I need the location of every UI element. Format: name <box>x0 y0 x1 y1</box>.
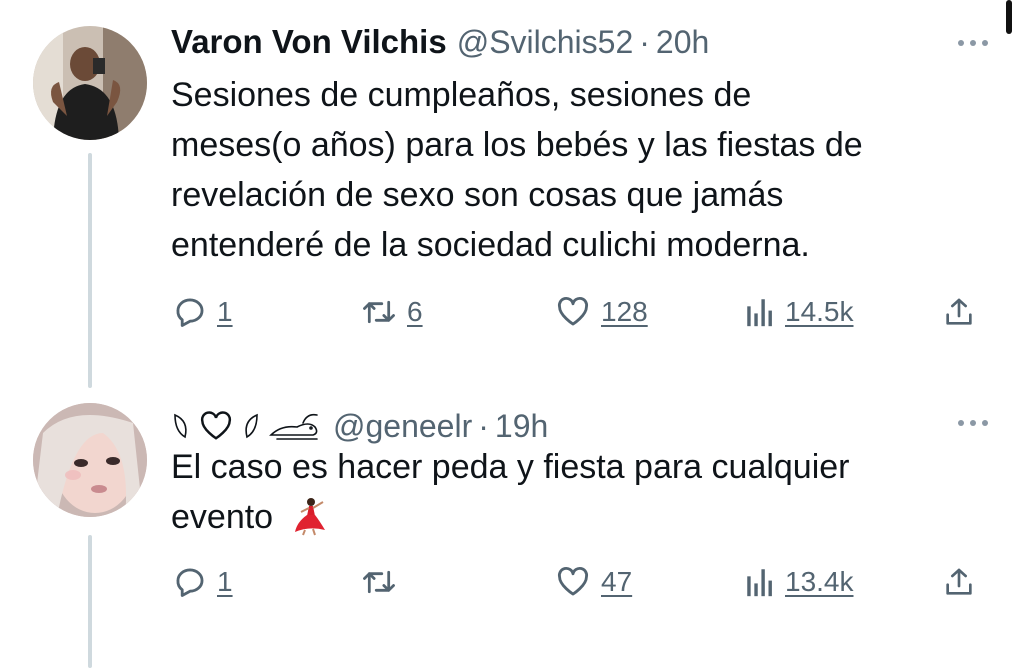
display-name[interactable] <box>171 411 321 441</box>
timestamp[interactable]: 19h <box>495 408 548 445</box>
like-count: 128 <box>601 296 648 327</box>
timestamp[interactable]: 20h <box>656 24 709 61</box>
tweet-header: @geneelr · 19h <box>171 406 548 446</box>
tweet-text-line: evento <box>171 492 981 542</box>
thread-line <box>88 153 92 388</box>
retweet-icon <box>363 300 395 324</box>
reply-count: 1 <box>217 296 233 327</box>
user-handle[interactable]: @Svilchis52 <box>457 24 634 61</box>
heart-outline-icon <box>200 411 232 440</box>
view-count: 13.4k <box>785 566 854 597</box>
tweet-text-word: evento <box>171 498 274 536</box>
reply-icon <box>176 298 204 327</box>
avatar[interactable] <box>33 403 147 517</box>
tweet-text-line: meses(o años) para los bebés y las fiest… <box>171 126 863 164</box>
reply-button[interactable]: 1 <box>173 295 233 329</box>
leaf-icon <box>174 413 187 439</box>
like-count: 47 <box>601 566 633 597</box>
tweet-text-line: revelación de sexo son cosas que jamás <box>171 176 784 214</box>
heart-icon <box>557 296 589 326</box>
reply-count: 1 <box>217 566 233 597</box>
like-button[interactable]: 128 <box>555 295 648 329</box>
tweet[interactable]: @geneelr · 19h El caso es hacer peda y f… <box>0 390 1024 668</box>
heart-icon <box>557 566 589 596</box>
action-bar: 1 6 128 14.5k <box>171 295 991 339</box>
tweet-text: El caso es hacer peda y fiesta para cual… <box>171 442 981 542</box>
tweet-header: Varon Von Vilchis @Svilchis52 · 20h <box>171 22 709 62</box>
retweet-count: 6 <box>407 296 423 327</box>
hare-icon <box>269 413 318 440</box>
tweet-text-line: El caso es hacer peda y fiesta para cual… <box>171 448 850 486</box>
tweet-text: Sesiones de cumpleaños, sesiones de mese… <box>171 70 981 270</box>
retweet-button[interactable] <box>361 565 407 599</box>
views-button[interactable]: 13.4k <box>745 565 854 599</box>
share-icon <box>946 298 972 325</box>
reply-button[interactable]: 1 <box>173 565 233 599</box>
more-options-icon[interactable] <box>958 40 988 46</box>
dancing-woman-emoji <box>294 498 325 536</box>
share-button[interactable] <box>943 295 975 329</box>
leaf-icon <box>245 413 258 439</box>
views-chart-icon <box>747 299 772 327</box>
user-handle[interactable]: @geneelr <box>333 408 472 445</box>
retweet-button[interactable]: 6 <box>361 295 423 329</box>
tweet[interactable]: Varon Von Vilchis @Svilchis52 · 20h Sesi… <box>0 0 1024 390</box>
more-options-icon[interactable] <box>958 420 988 426</box>
views-button[interactable]: 14.5k <box>745 295 854 329</box>
tweet-text-line: Sesiones de cumpleaños, sesiones de <box>171 76 752 114</box>
view-count: 14.5k <box>785 296 854 327</box>
separator: · <box>639 23 650 60</box>
reply-icon <box>176 568 204 597</box>
avatar[interactable] <box>33 26 147 140</box>
like-button[interactable]: 47 <box>555 565 632 599</box>
separator: · <box>478 407 489 444</box>
action-bar: 1 47 13.4k <box>171 565 991 609</box>
retweet-icon <box>363 570 395 594</box>
display-name[interactable]: Varon Von Vilchis <box>171 23 447 61</box>
share-button[interactable] <box>943 565 975 599</box>
thread-line <box>88 535 92 668</box>
tweet-text-line: entenderé de la sociedad culichi moderna… <box>171 226 810 264</box>
share-icon <box>946 568 972 595</box>
views-chart-icon <box>747 569 772 597</box>
